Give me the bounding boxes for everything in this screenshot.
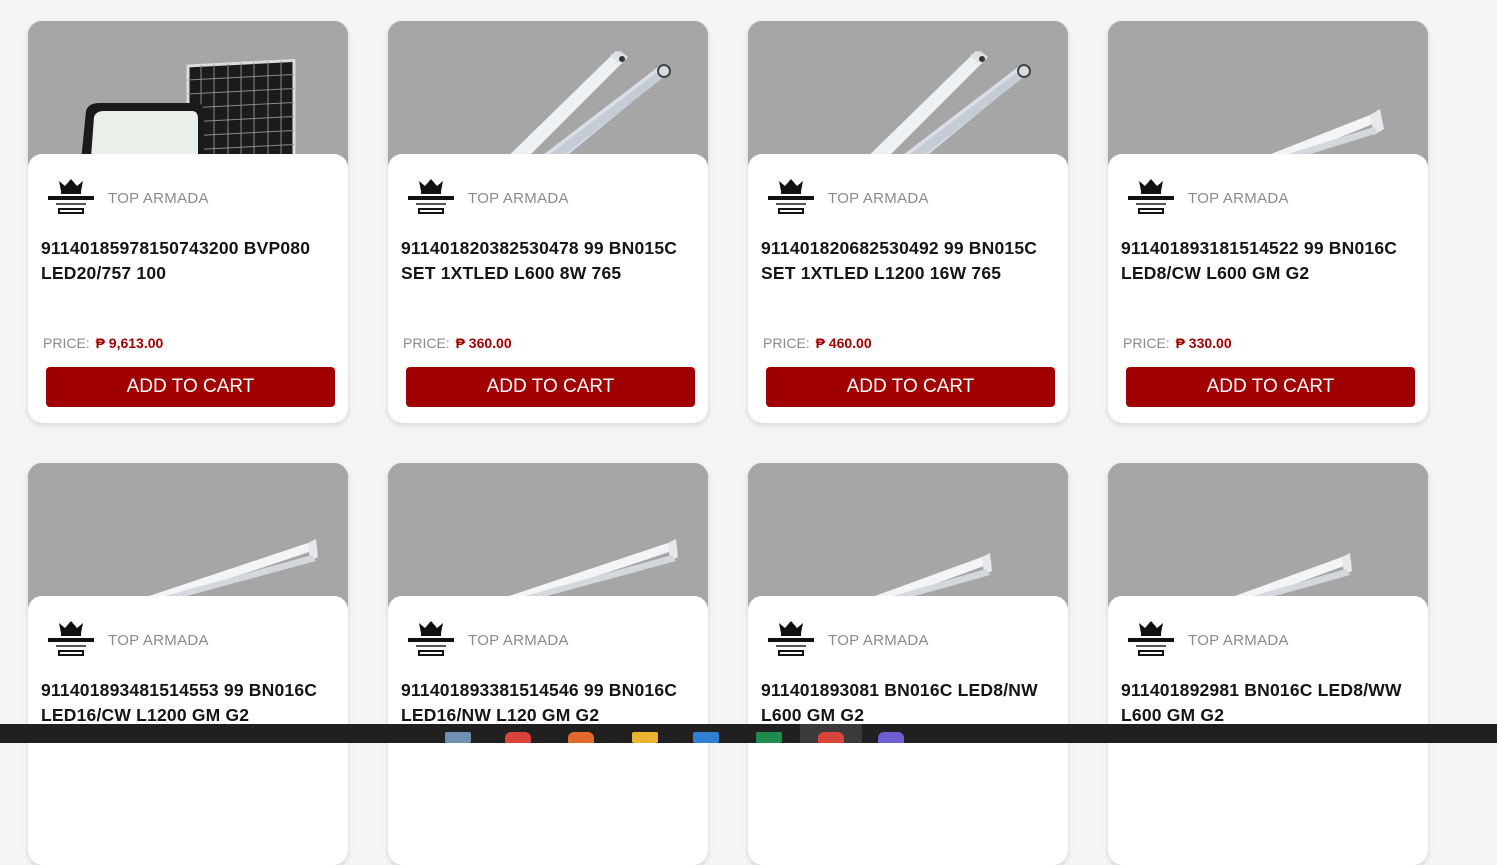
product-title[interactable]: 911401820682530492 99 BN015C SET 1XTLED … [761,236,1061,286]
price-value: ₱ 9,613.00 [95,335,164,351]
product-title[interactable]: 911401893381514546 99 BN016C LED16/NW L1… [401,678,701,728]
product-price: PRICE: ₱ 330.00 [1123,335,1232,351]
brand-row: TOP ARMADA [46,620,209,660]
top-armada-logo [406,178,456,218]
brand-name[interactable]: TOP ARMADA [828,190,929,207]
product-image-batten-light[interactable] [388,463,708,613]
product-title[interactable]: 911401893081 BN016C LED8/NW L600 GM G2 [761,678,1061,728]
os-taskbar [0,724,1497,743]
product-title[interactable]: 911401892981 BN016C LED8/WW L600 GM G2 [1121,678,1421,728]
brand-name[interactable]: TOP ARMADA [828,632,929,649]
top-armada-logo [1126,620,1176,660]
price-value: ₱ 460.00 [815,335,872,351]
top-armada-logo [1126,178,1176,218]
product-price: PRICE: ₱ 460.00 [763,335,872,351]
excel-icon[interactable] [756,732,782,743]
price-label: PRICE: [1123,335,1170,351]
product-price: PRICE: ₱ 360.00 [403,335,512,351]
brand-row: TOP ARMADA [406,178,569,218]
product-title[interactable]: 911401820382530478 99 BN015C SET 1XTLED … [401,236,701,286]
brand-name[interactable]: TOP ARMADA [468,190,569,207]
product-card-body: TOP ARMADA 911401893181514522 99 BN016C … [1108,154,1428,423]
firefox-icon[interactable] [568,732,594,743]
product-card[interactable]: TOP ARMADA 911401893181514522 99 BN016C … [1108,21,1428,423]
chrome-active-icon[interactable] [818,732,844,743]
brand-name[interactable]: TOP ARMADA [108,190,209,207]
product-image-tube-light-set[interactable] [748,21,1068,171]
top-armada-logo [46,178,96,218]
product-title[interactable]: 911401893181514522 99 BN016C LED8/CW L60… [1121,236,1421,286]
add-to-cart-button[interactable]: ADD TO CART [1126,367,1415,407]
product-card[interactable]: TOP ARMADA 911401893481514553 99 BN016C … [28,463,348,865]
chrome-icon[interactable] [505,732,531,743]
product-image-batten-light[interactable] [748,463,1068,613]
top-armada-logo [766,620,816,660]
brand-row: TOP ARMADA [766,620,929,660]
viber-icon[interactable] [878,732,904,743]
brand-row: TOP ARMADA [1126,620,1289,660]
product-title[interactable]: 91140185978150743200 BVP080 LED20/757 10… [41,236,341,286]
product-image-batten-light[interactable] [1108,463,1428,613]
brand-name[interactable]: TOP ARMADA [108,632,209,649]
brand-name[interactable]: TOP ARMADA [1188,190,1289,207]
product-card-body: TOP ARMADA 911401820682530492 99 BN015C … [748,154,1068,423]
product-image-solar-floodlight[interactable] [28,21,348,171]
top-armada-logo [406,620,456,660]
top-armada-logo [766,178,816,218]
top-armada-logo [46,620,96,660]
brand-row: TOP ARMADA [766,178,929,218]
folder-icon[interactable] [632,732,658,743]
product-card[interactable]: TOP ARMADA 91140185978150743200 BVP080 L… [28,21,348,423]
price-value: ₱ 330.00 [1175,335,1232,351]
product-card[interactable]: TOP ARMADA 911401820382530478 99 BN015C … [388,21,708,423]
outlook-icon[interactable] [693,732,719,743]
product-price: PRICE: ₱ 9,613.00 [43,335,163,351]
price-label: PRICE: [43,335,90,351]
product-card-body: TOP ARMADA 91140185978150743200 BVP080 L… [28,154,348,423]
product-card[interactable]: TOP ARMADA 911401892981 BN016C LED8/WW L… [1108,463,1428,865]
product-card[interactable]: TOP ARMADA 911401820682530492 99 BN015C … [748,21,1068,423]
product-title[interactable]: 911401893481514553 99 BN016C LED16/CW L1… [41,678,341,728]
add-to-cart-button[interactable]: ADD TO CART [406,367,695,407]
product-card[interactable]: TOP ARMADA 911401893081 BN016C LED8/NW L… [748,463,1068,865]
add-to-cart-button[interactable]: ADD TO CART [766,367,1055,407]
price-value: ₱ 360.00 [455,335,512,351]
price-label: PRICE: [403,335,450,351]
brand-row: TOP ARMADA [46,178,209,218]
product-image-batten-light[interactable] [28,463,348,613]
product-card-body: TOP ARMADA 911401820382530478 99 BN015C … [388,154,708,423]
product-image-batten-light[interactable] [1108,21,1428,171]
brand-row: TOP ARMADA [406,620,569,660]
product-card[interactable]: TOP ARMADA 911401893381514546 99 BN016C … [388,463,708,865]
price-label: PRICE: [763,335,810,351]
product-image-tube-light-set[interactable] [388,21,708,171]
add-to-cart-button[interactable]: ADD TO CART [46,367,335,407]
brand-name[interactable]: TOP ARMADA [1188,632,1289,649]
brand-name[interactable]: TOP ARMADA [468,632,569,649]
brand-row: TOP ARMADA [1126,178,1289,218]
file-explorer-icon[interactable] [445,732,471,743]
